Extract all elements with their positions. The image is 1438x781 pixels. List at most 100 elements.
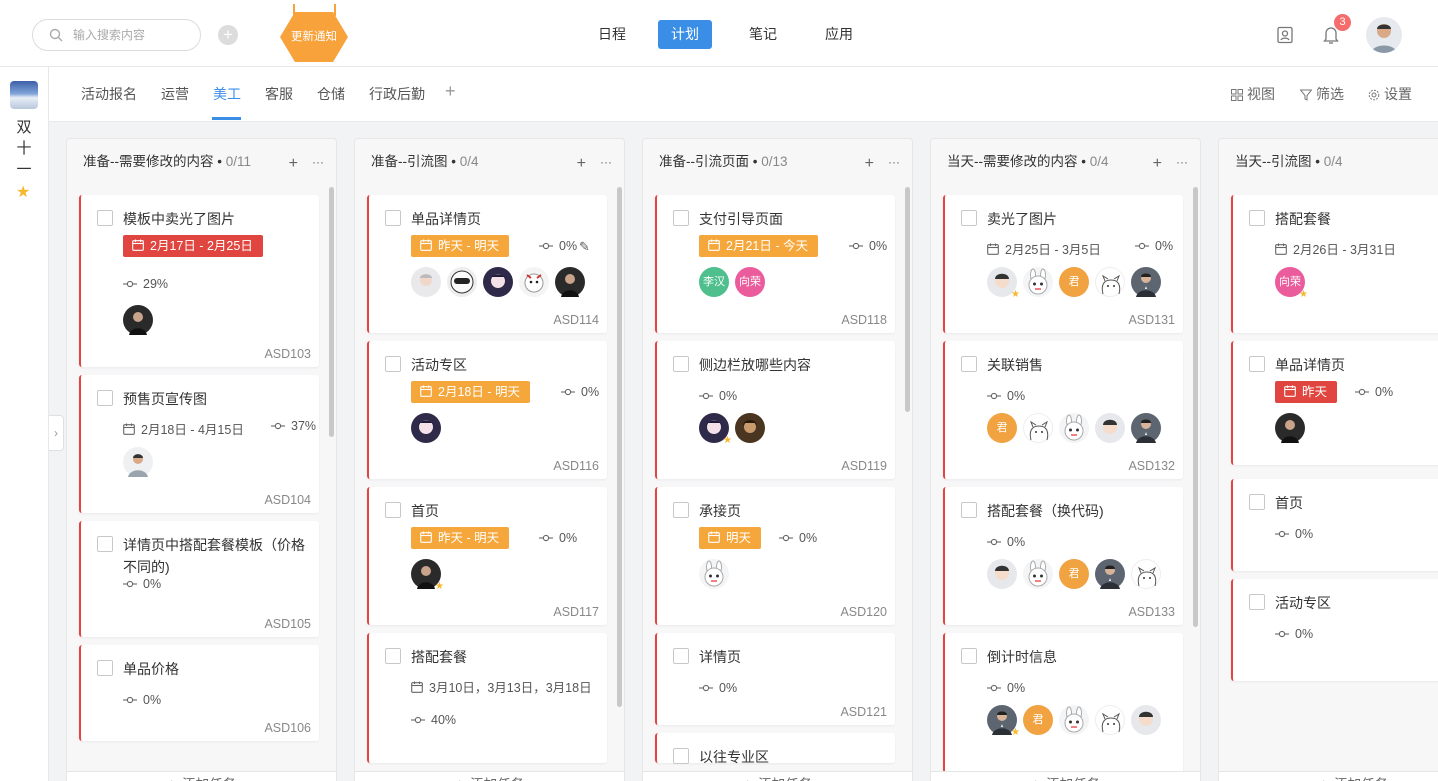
more-icon[interactable]: ··· xyxy=(600,155,612,169)
quick-add-button[interactable]: + xyxy=(218,25,238,45)
star-icon[interactable]: ★ xyxy=(16,182,30,202)
task-checkbox[interactable] xyxy=(385,210,401,226)
assignee-avatar[interactable] xyxy=(1131,705,1161,735)
assignee-avatar[interactable]: ★ xyxy=(411,559,444,592)
add-card-icon[interactable]: + xyxy=(1153,155,1162,172)
assignee-avatar[interactable]: 李汉 xyxy=(699,267,729,297)
more-icon[interactable]: ··· xyxy=(1176,155,1188,169)
filter-button[interactable]: 筛选 xyxy=(1300,84,1344,104)
add-tab-button[interactable]: + xyxy=(445,81,456,102)
task-card[interactable]: 详情页 0% ASD121 xyxy=(655,633,895,725)
task-card[interactable]: 倒计时信息 0% ★ 君 xyxy=(943,633,1183,773)
task-card[interactable]: 活动专区 2月18日 - 明天 0% ASD116 xyxy=(367,341,607,479)
add-card-icon[interactable]: + xyxy=(577,155,586,172)
assignee-avatar[interactable] xyxy=(1095,267,1125,297)
task-card[interactable]: 单品价格 0% ASD106 xyxy=(79,645,319,741)
assignee-avatar[interactable] xyxy=(1059,705,1089,735)
task-card[interactable]: 模板中卖光了图片 2月17日 - 2月25日 29% ASD103 xyxy=(79,195,319,367)
project-thumbnail[interactable] xyxy=(10,81,38,109)
task-checkbox[interactable] xyxy=(673,502,689,518)
assignee-avatar[interactable] xyxy=(1095,413,1125,443)
assignee-avatar[interactable] xyxy=(519,267,549,297)
nav-apps[interactable]: 应用 xyxy=(812,20,866,49)
add-task-button[interactable]: + 添加任务 xyxy=(931,771,1200,781)
task-checkbox[interactable] xyxy=(385,648,401,664)
assignee-avatar[interactable] xyxy=(1131,559,1161,589)
assignee-avatar[interactable]: 君 xyxy=(1023,705,1053,735)
add-card-icon[interactable]: + xyxy=(865,155,874,172)
assignee-avatar[interactable] xyxy=(1095,559,1125,589)
assignee-avatar[interactable]: ★ xyxy=(987,705,1020,738)
assignee-avatar[interactable] xyxy=(555,267,585,297)
settings-button[interactable]: 设置 xyxy=(1368,84,1412,104)
add-task-button[interactable]: + 添加任务 xyxy=(355,771,624,781)
assignee-avatar[interactable] xyxy=(1131,267,1161,297)
task-checkbox[interactable] xyxy=(97,210,113,226)
task-card[interactable]: 首页 昨天 - 明天 0% ★ ASD117 xyxy=(367,487,607,625)
task-checkbox[interactable] xyxy=(97,536,113,552)
column-scrollbar[interactable] xyxy=(905,187,910,412)
nav-schedule[interactable]: 日程 xyxy=(585,20,639,49)
task-card[interactable]: 活动专区0%A xyxy=(1231,579,1438,681)
assignee-avatar[interactable] xyxy=(1275,413,1305,443)
edit-icon[interactable]: ✎ xyxy=(579,239,590,255)
task-checkbox[interactable] xyxy=(97,660,113,676)
task-checkbox[interactable] xyxy=(1249,494,1265,510)
task-card[interactable]: 搭配套餐2月26日 - 3月31日向荣★A xyxy=(1231,195,1438,333)
nav-plan[interactable]: 计划 xyxy=(658,20,712,49)
task-checkbox[interactable] xyxy=(1249,356,1265,372)
assignee-avatar[interactable] xyxy=(1059,413,1089,443)
tab-activity-signup[interactable]: 活动报名 xyxy=(81,84,137,104)
assignee-avatar[interactable] xyxy=(447,267,477,297)
task-card[interactable]: 关联销售 0% 君 ASD132 xyxy=(943,341,1183,479)
task-checkbox[interactable] xyxy=(961,502,977,518)
column-scrollbar[interactable] xyxy=(1193,187,1198,627)
task-checkbox[interactable] xyxy=(385,502,401,518)
assignee-avatar[interactable]: 向荣 ★ xyxy=(1275,267,1308,300)
task-card[interactable]: 首页0%A xyxy=(1231,479,1438,571)
assignee-avatar[interactable]: 君 xyxy=(1059,559,1089,589)
task-checkbox[interactable] xyxy=(673,648,689,664)
assignee-avatar[interactable]: ★ xyxy=(987,267,1020,300)
assignee-avatar[interactable] xyxy=(1023,559,1053,589)
task-card[interactable]: 单品详情页昨天0%A xyxy=(1231,341,1438,465)
column-scrollbar[interactable] xyxy=(329,187,334,437)
task-checkbox[interactable] xyxy=(961,210,977,226)
task-card[interactable]: 侧边栏放哪些内容 0% ★ ASD119 xyxy=(655,341,895,479)
add-task-button[interactable]: + 添加任务 xyxy=(643,771,912,781)
view-button[interactable]: 视图 xyxy=(1231,84,1275,104)
task-card[interactable]: 支付引导页面 2月21日 - 今天 0% 李汉 向荣 ASD118 xyxy=(655,195,895,333)
assignee-avatar[interactable] xyxy=(1131,413,1161,443)
project-name[interactable]: 双 十 一 xyxy=(14,117,34,180)
add-task-button[interactable]: + 添加任务 xyxy=(67,771,336,781)
task-card[interactable]: 承接页 明天 0% ASD120 xyxy=(655,487,895,625)
tab-admin[interactable]: 行政后勤 xyxy=(369,84,425,104)
assignee-avatar[interactable] xyxy=(123,447,153,477)
nav-notes[interactable]: 笔记 xyxy=(736,20,790,49)
task-checkbox[interactable] xyxy=(673,748,689,764)
expand-sidebar-button[interactable]: › xyxy=(49,415,64,451)
add-task-button[interactable]: + 添加任务 xyxy=(1219,771,1438,781)
task-card[interactable]: 搭配套餐 3月10日，3月13日，3月18日 40% xyxy=(367,633,607,763)
assignee-avatar[interactable]: ★ xyxy=(699,413,732,446)
user-avatar[interactable] xyxy=(1366,17,1402,53)
assignee-avatar[interactable] xyxy=(123,305,153,335)
contacts-icon[interactable] xyxy=(1276,26,1294,44)
tab-customer-service[interactable]: 客服 xyxy=(265,84,293,104)
tab-operations[interactable]: 运营 xyxy=(161,84,189,104)
assignee-avatar[interactable]: 向荣 xyxy=(735,267,765,297)
task-checkbox[interactable] xyxy=(97,390,113,406)
assignee-avatar[interactable] xyxy=(1023,267,1053,297)
task-checkbox[interactable] xyxy=(1249,210,1265,226)
assignee-avatar[interactable] xyxy=(1095,705,1125,735)
assignee-avatar[interactable] xyxy=(483,267,513,297)
update-notice-badge[interactable]: 更新通知 xyxy=(280,12,348,62)
assignee-avatar[interactable]: 君 xyxy=(987,413,1017,443)
task-card[interactable]: 详情页中搭配套餐模板（价格不同的) 0% ASD105 xyxy=(79,521,319,637)
assignee-avatar[interactable] xyxy=(987,559,1017,589)
task-checkbox[interactable] xyxy=(385,356,401,372)
assignee-avatar[interactable] xyxy=(411,267,441,297)
column-scrollbar[interactable] xyxy=(617,187,622,707)
assignee-avatar[interactable] xyxy=(699,559,729,589)
task-checkbox[interactable] xyxy=(673,356,689,372)
